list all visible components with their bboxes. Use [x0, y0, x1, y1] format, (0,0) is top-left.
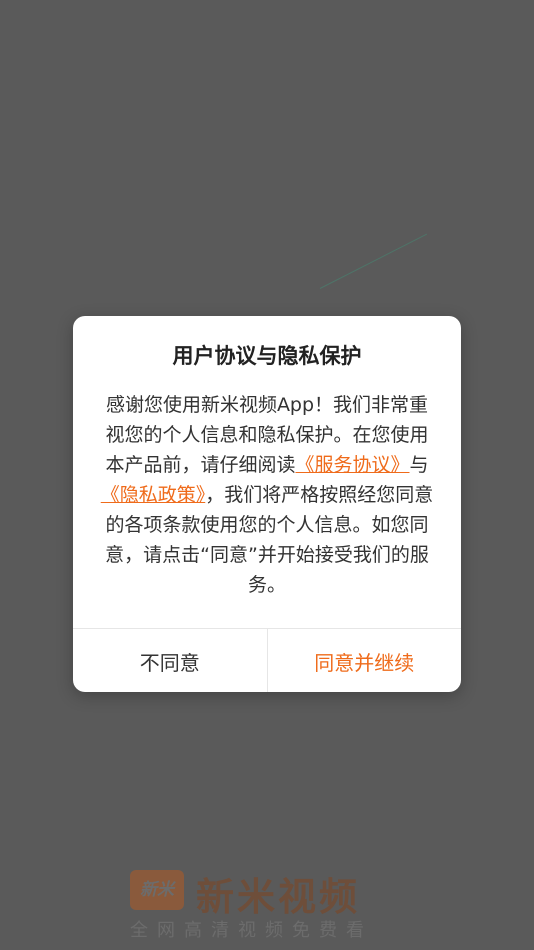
privacy-policy-link[interactable]: 《隐私政策》: [101, 484, 206, 506]
agree-and-continue-button[interactable]: 同意并继续: [268, 629, 462, 692]
service-agreement-link[interactable]: 《服务协议》: [295, 454, 409, 476]
message-conjunction: 与: [409, 454, 429, 476]
dialog-message: 感谢您使用新米视频App！我们非常重视您的个人信息和隐私保护。在您使用本产品前，…: [97, 390, 437, 600]
dialog-actions: 不同意 同意并继续: [73, 628, 461, 692]
decorative-line: [319, 233, 428, 289]
app-logo: 新米: [130, 870, 184, 910]
privacy-dialog: 用户协议与隐私保护 感谢您使用新米视频App！我们非常重视您的个人信息和隐私保护…: [73, 316, 461, 692]
screen: 新米 新米视频 全网高清视频免费看 用户协议与隐私保护 感谢您使用新米视频App…: [0, 0, 534, 950]
splash-branding: 新米 新米视频 全网高清视频免费看: [128, 864, 408, 944]
app-name: 新米视频: [196, 875, 361, 919]
dialog-title: 用户协议与隐私保护: [172, 344, 362, 368]
disagree-button[interactable]: 不同意: [73, 629, 268, 692]
app-slogan: 全网高清视频免费看: [130, 920, 373, 941]
